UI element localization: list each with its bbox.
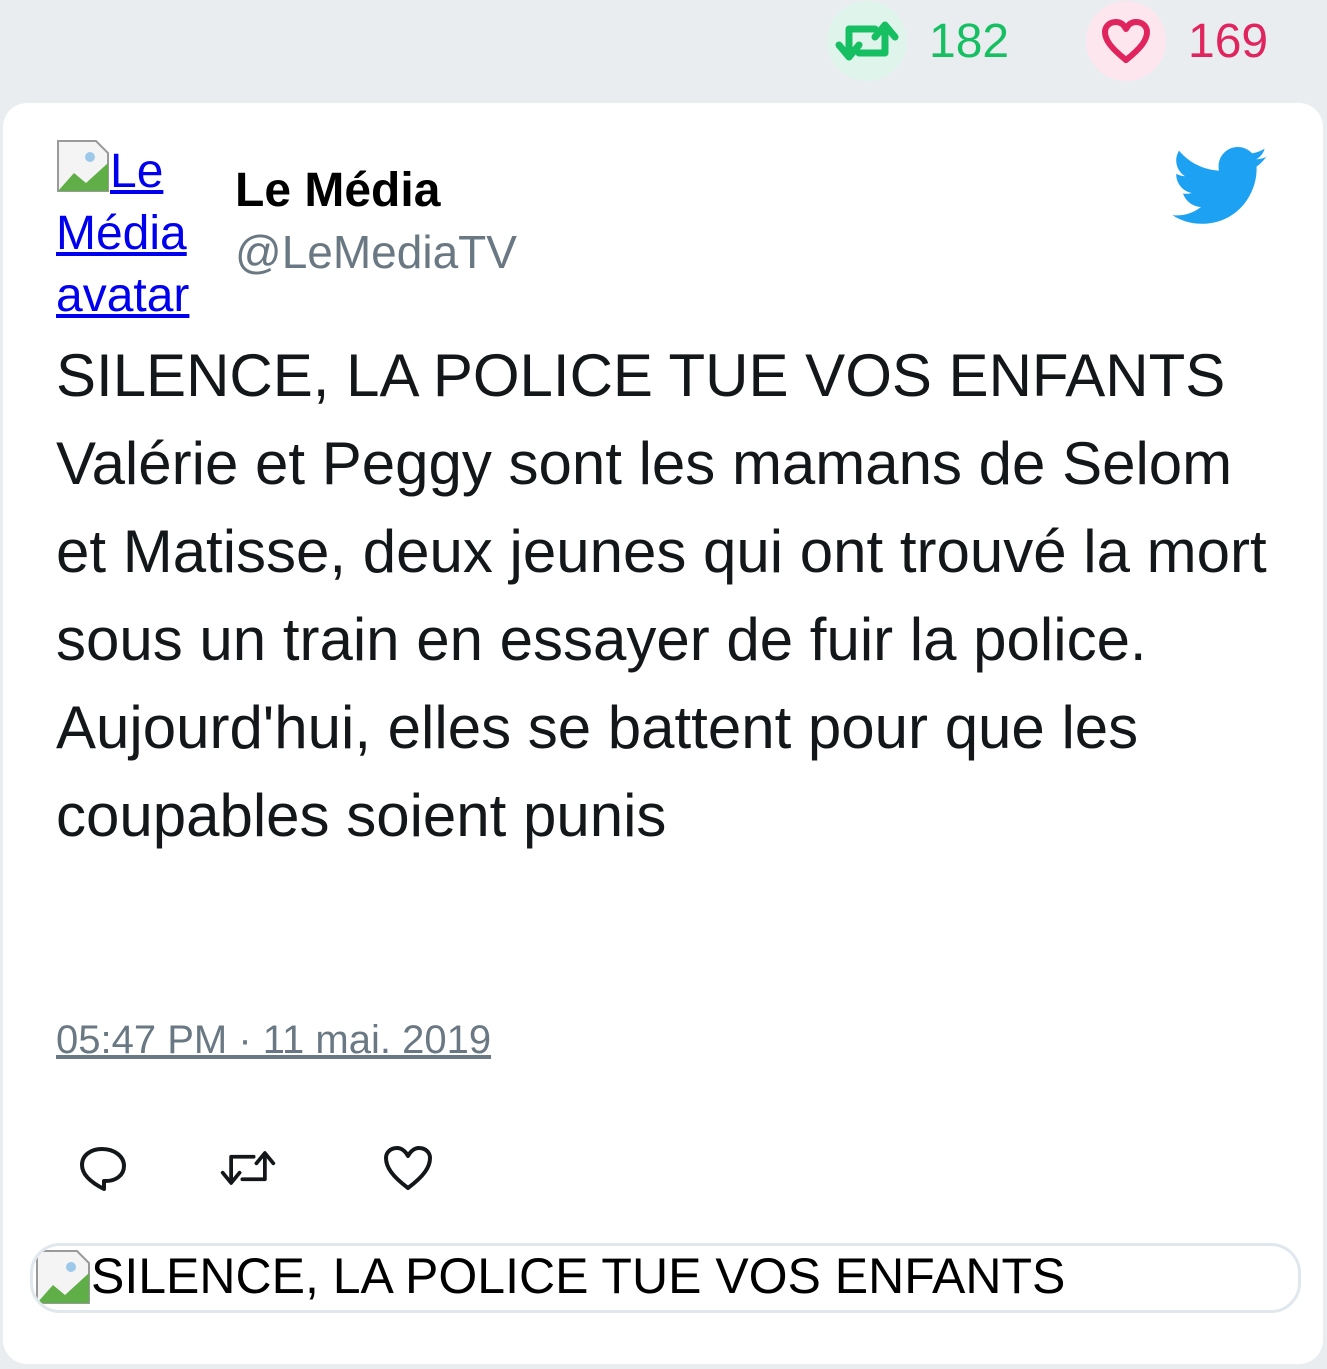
reply-button[interactable]: [73, 1138, 133, 1198]
link-preview-card[interactable]: SILENCE, LA POLICE TUE VOS ENFANTS: [30, 1243, 1301, 1313]
twitter-bird-icon[interactable]: [1171, 147, 1271, 227]
retweet-stat[interactable]: 182: [827, 0, 1009, 82]
broken-image-icon: [36, 1250, 90, 1304]
author-handle[interactable]: @LeMediaTV: [235, 225, 517, 279]
tweet-text: SILENCE, LA POLICE TUE VOS ENFANTS Valér…: [56, 342, 1267, 849]
avatar-alt-line-2: Média: [56, 207, 187, 260]
like-count: 169: [1188, 14, 1269, 68]
author-name[interactable]: Le Média: [235, 163, 440, 218]
retweet-button[interactable]: [218, 1138, 278, 1198]
broken-image-icon: [57, 140, 109, 192]
reply-icon: [80, 1147, 126, 1191]
retweet-stat-icon[interactable]: [827, 1, 907, 81]
avatar-alt-line-3: avatar: [56, 269, 190, 322]
tweet-timestamp[interactable]: 05:47 PM · 11 mai. 2019: [56, 1018, 491, 1063]
heart-stat-icon[interactable]: [1086, 1, 1166, 81]
heart-icon: [384, 1146, 432, 1190]
avatar-link[interactable]: Le Média avatar: [56, 139, 216, 327]
top-stats-bar: 182 169: [0, 0, 1327, 100]
like-button[interactable]: [378, 1138, 438, 1198]
avatar-alt-line-1: Le: [110, 145, 164, 198]
retweet-count: 182: [929, 14, 1010, 68]
retweet-icon: [220, 1151, 276, 1185]
link-preview-image-alt: SILENCE, LA POLICE TUE VOS ENFANTS: [91, 1248, 1066, 1304]
like-stat[interactable]: 169: [1086, 0, 1268, 82]
tweet-card: Le Média avatar Le Média @LeMediaTV SILE…: [3, 103, 1323, 1364]
